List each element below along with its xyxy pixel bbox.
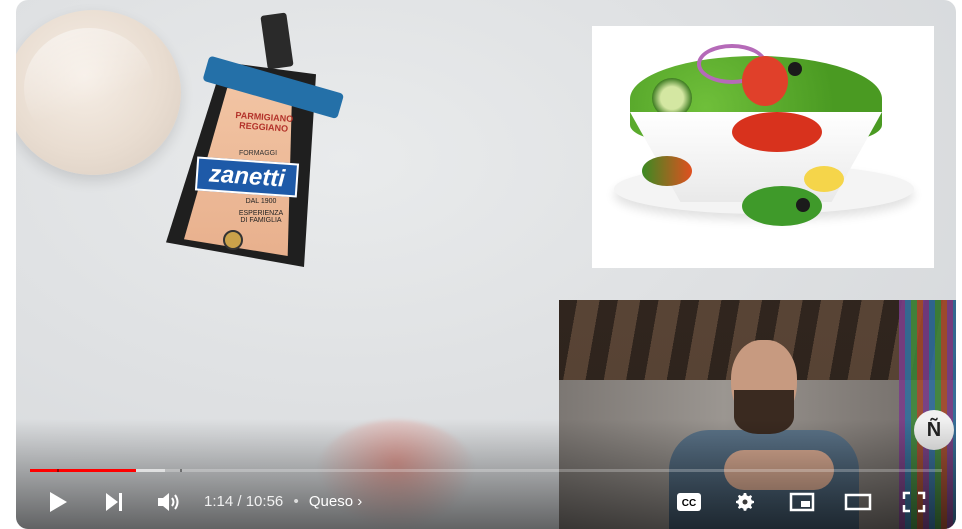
theater-icon (844, 493, 872, 511)
package-subtitle: FORMAGGI (238, 150, 278, 157)
play-button[interactable] (40, 486, 76, 518)
chapter-marker (180, 469, 183, 472)
current-time: 1:14 (204, 493, 234, 510)
volume-button[interactable] (151, 486, 187, 518)
dop-seal-icon (223, 230, 243, 250)
chapter-dot: • (293, 493, 299, 510)
lemon-slice (804, 166, 844, 192)
tomato-wedge (732, 112, 822, 152)
tomato-slice (742, 56, 788, 106)
salad-image (592, 26, 934, 268)
time-display: 1:14 / 10:56 • Queso › (204, 486, 362, 518)
duration: 10:56 (245, 493, 284, 510)
miniplayer-button[interactable] (784, 486, 820, 518)
package-clip-tab (260, 12, 294, 70)
package-tagline: ESPERIENZA DI FAMIGLIA (238, 210, 284, 224)
svg-text:CC: CC (682, 498, 696, 509)
chapter-title: Queso (308, 493, 354, 510)
time-separator: / (233, 493, 246, 510)
package-title: PARMIGIANO REGGIANO (235, 110, 294, 134)
subtitles-icon: CC (677, 493, 701, 511)
olive (796, 198, 810, 212)
settings-button[interactable] (727, 486, 763, 518)
fullscreen-button[interactable] (896, 486, 932, 518)
cheese-wheel-image (16, 10, 181, 175)
progress-played (30, 469, 136, 472)
volume-icon (158, 493, 179, 511)
gear-icon (736, 493, 754, 511)
video-player[interactable]: PARMIGIANO REGGIANO FORMAGGI zanetti DAL… (16, 0, 956, 529)
basil-leaves (742, 186, 822, 226)
next-button[interactable] (96, 486, 132, 518)
chapter-button[interactable]: Queso › (309, 493, 362, 510)
pepper (642, 156, 692, 186)
miniplayer-icon (789, 492, 815, 512)
next-icon (106, 493, 122, 511)
play-icon (50, 492, 67, 512)
subtitles-button[interactable]: CC (671, 486, 707, 518)
theater-mode-button[interactable] (840, 486, 876, 518)
fullscreen-icon (902, 491, 926, 513)
chapter-marker (57, 469, 60, 472)
olive (788, 62, 802, 76)
brand-logo: zanetti (194, 156, 300, 198)
progress-bar[interactable] (30, 469, 942, 472)
chevron-right-icon: › (357, 493, 363, 510)
package-since: DAL 1900 (245, 198, 277, 205)
